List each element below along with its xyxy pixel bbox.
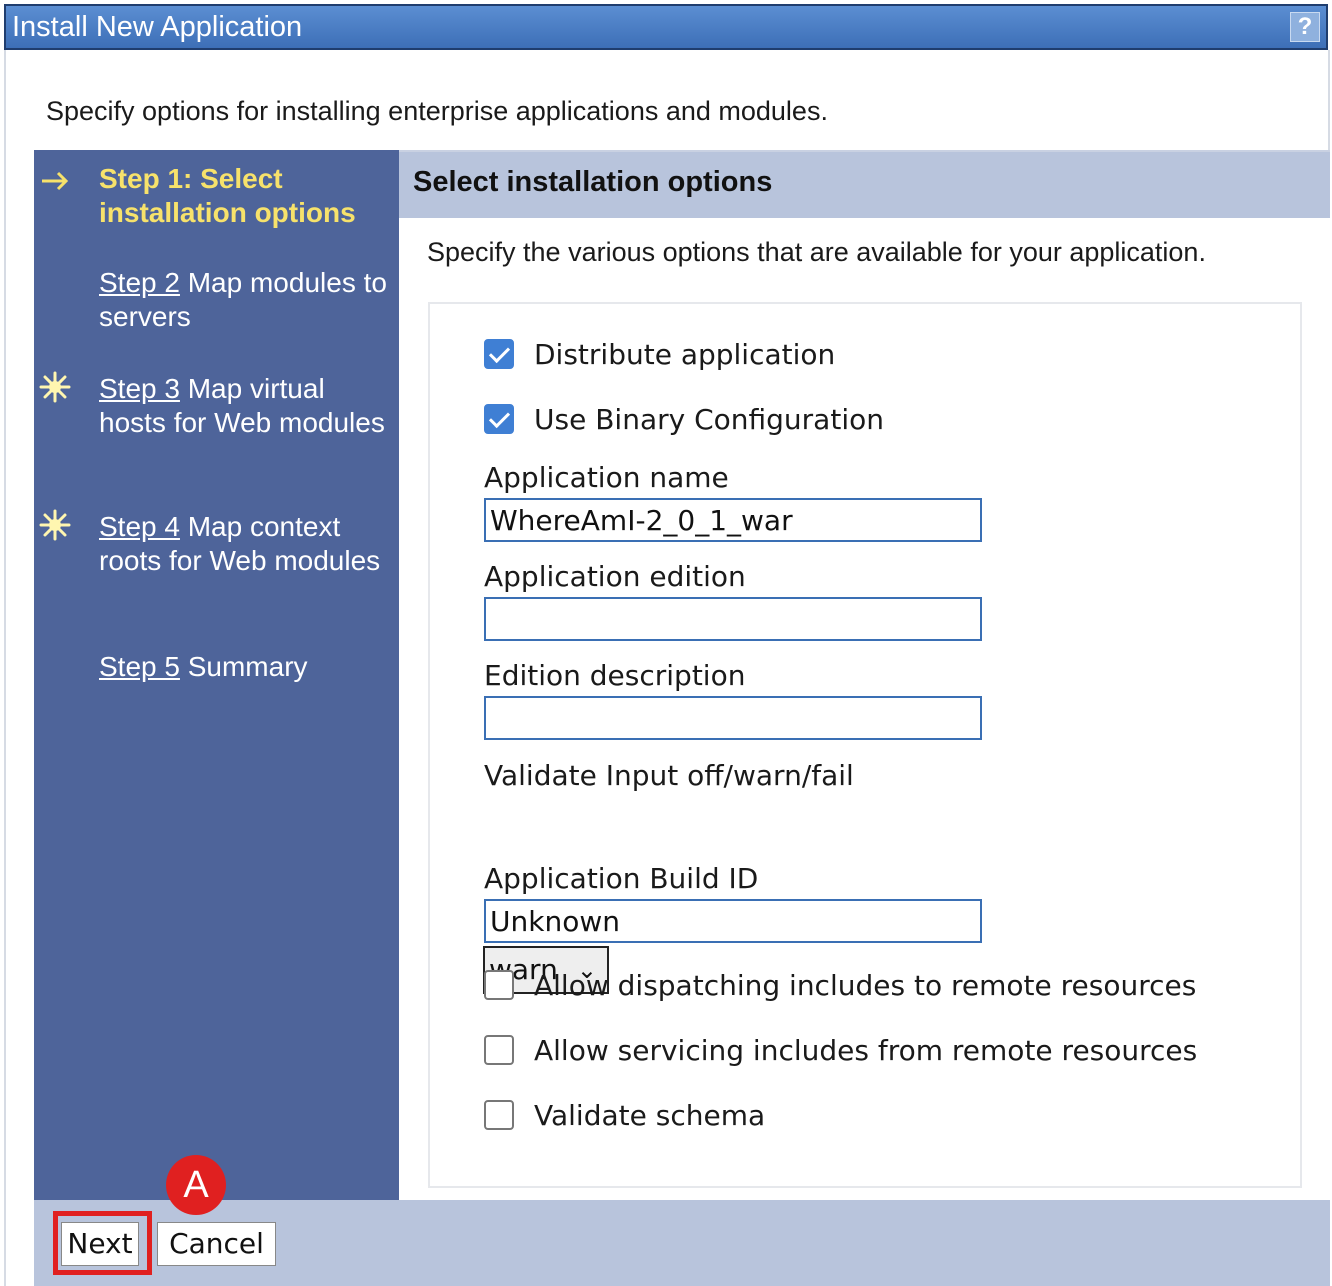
wizard-step-4-link[interactable]: Step 4	[99, 511, 180, 542]
options-form: Distribute application Use Binary Config…	[428, 302, 1302, 1188]
use-binary-configuration-checkbox[interactable]	[484, 404, 514, 434]
application-name-input[interactable]	[484, 498, 982, 542]
allow-servicing-label: Allow servicing includes from remote res…	[534, 1034, 1198, 1067]
window-title-bar: Install New Application ?	[4, 4, 1328, 50]
help-button[interactable]: ?	[1290, 12, 1320, 42]
distribute-application-checkbox[interactable]	[484, 339, 514, 369]
wizard-step-5-label: Summary	[179, 651, 308, 682]
use-binary-configuration-label: Use Binary Configuration	[534, 403, 884, 436]
next-button-highlight	[53, 1211, 152, 1275]
window-title: Install New Application	[12, 11, 303, 43]
starburst-icon	[39, 371, 71, 403]
wizard-steps-sidebar: Step 1: Select installation options Step…	[34, 150, 399, 1200]
arrow-right-icon	[42, 171, 69, 191]
distribute-application-label: Distribute application	[534, 338, 836, 371]
page-border-left	[4, 50, 6, 1286]
application-name-label: Application name	[484, 461, 729, 494]
starburst-icon	[39, 509, 71, 541]
application-build-id-input[interactable]	[484, 899, 982, 943]
validate-input-label: Validate Input off/warn/fail	[484, 759, 854, 792]
validate-schema-label: Validate schema	[534, 1099, 766, 1132]
validate-schema-checkbox[interactable]	[484, 1100, 514, 1130]
cancel-button[interactable]: Cancel	[157, 1222, 276, 1266]
wizard-step-2-link[interactable]: Step 2	[99, 267, 180, 298]
allow-servicing-checkbox[interactable]	[484, 1035, 514, 1065]
wizard-step-4[interactable]: Step 4 Map context roots for Web modules	[99, 510, 389, 578]
panel-title: Select installation options	[399, 152, 1330, 218]
edition-description-label: Edition description	[484, 659, 746, 692]
wizard-step-1: Step 1: Select installation options	[99, 162, 389, 230]
page-intro-text: Specify options for installing enterpris…	[46, 96, 828, 126]
installation-options-panel: Select installation options Specify the …	[399, 150, 1330, 1200]
application-edition-label: Application edition	[484, 560, 746, 593]
wizard-step-3-link[interactable]: Step 3	[99, 373, 180, 404]
edition-description-input[interactable]	[484, 696, 982, 740]
panel-description: Specify the various options that are ava…	[427, 237, 1206, 267]
application-build-id-label: Application Build ID	[484, 862, 759, 895]
allow-dispatching-label: Allow dispatching includes to remote res…	[534, 969, 1197, 1002]
wizard-step-3[interactable]: Step 3 Map virtual hosts for Web modules	[99, 372, 389, 440]
wizard-step-5[interactable]: Step 5 Summary	[99, 650, 389, 684]
wizard-step-1-label: Step 1: Select installation options	[99, 163, 356, 228]
application-edition-input[interactable]	[484, 597, 982, 641]
wizard-step-2[interactable]: Step 2 Map modules to servers	[99, 266, 389, 334]
wizard-step-5-link[interactable]: Step 5	[99, 651, 180, 682]
annotation-marker: A	[166, 1155, 226, 1215]
allow-dispatching-checkbox[interactable]	[484, 970, 514, 1000]
